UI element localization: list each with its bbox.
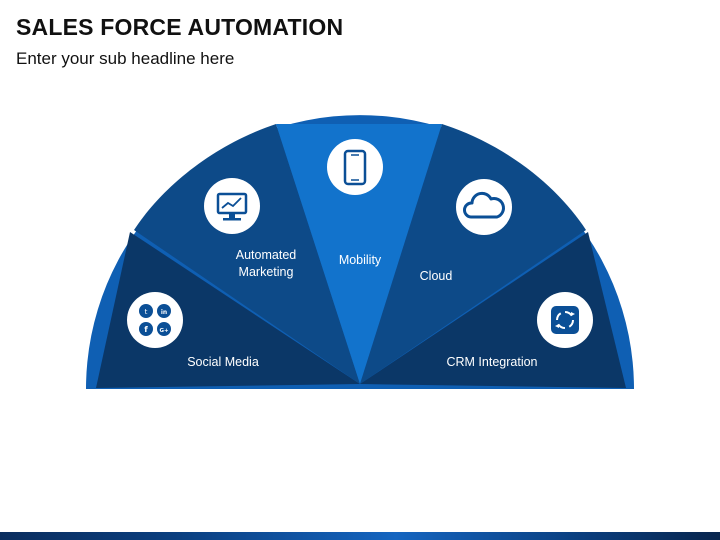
- label-mobility: Mobility: [339, 253, 382, 267]
- cloud-icon: [456, 179, 512, 235]
- smartphone-icon: [327, 139, 383, 195]
- label-cloud: Cloud: [420, 269, 453, 283]
- svg-text:G+: G+: [159, 328, 169, 334]
- monitor-chart-icon: [204, 178, 260, 234]
- label-automated-marketing-line2: Marketing: [239, 265, 294, 279]
- bottom-accent-bar: [0, 532, 720, 540]
- svg-text:t: t: [145, 308, 148, 316]
- svg-text:in: in: [161, 309, 167, 316]
- crm-cycle-icon: [537, 292, 593, 348]
- label-crm-integration: CRM Integration: [446, 355, 537, 369]
- social-media-icon: t in f G+: [127, 292, 183, 348]
- semicircle-diagram: t in f G+ Social Media Automated Marketi…: [86, 115, 634, 389]
- label-social-media: Social Media: [187, 355, 259, 369]
- svg-text:f: f: [144, 325, 148, 334]
- label-automated-marketing-line1: Automated: [236, 248, 297, 262]
